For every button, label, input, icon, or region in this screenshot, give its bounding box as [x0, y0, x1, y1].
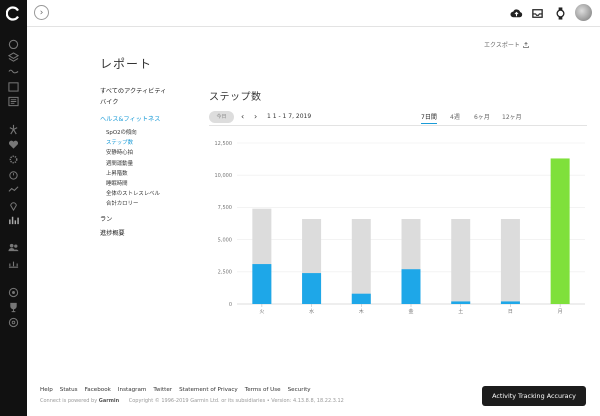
goals-icon[interactable] [7, 316, 20, 329]
health-heart-icon[interactable] [7, 138, 20, 151]
prev-range-icon[interactable]: ‹ [241, 112, 244, 121]
export-button[interactable]: エクスポート [484, 40, 529, 49]
left-rail [0, 0, 27, 416]
tab-6-months[interactable]: 6ヶ月 [474, 112, 490, 124]
footer-link-security[interactable]: Security [288, 387, 311, 393]
y-tick-label: 10,000 [215, 173, 233, 179]
y-tick-label: 2,500 [218, 270, 232, 276]
activity-tracking-accuracy-button[interactable]: Activity Tracking Accuracy [482, 386, 586, 406]
timer-icon[interactable] [7, 168, 20, 181]
nav-item-sleep[interactable]: 睡眠時間 [100, 179, 210, 189]
divider [209, 125, 587, 126]
nav-category-run[interactable]: ラン [100, 214, 210, 226]
garmin-logo-icon[interactable] [6, 6, 21, 21]
page-title: レポート [100, 57, 153, 71]
steps-bar [550, 158, 570, 304]
x-tick-label: 月 [558, 309, 563, 315]
nav-item-calories[interactable]: 合計カロリー [100, 199, 210, 209]
steps-bar [302, 273, 322, 304]
activity-icon[interactable] [7, 65, 20, 78]
tab-7-days[interactable]: 7日間 [421, 112, 437, 124]
nav-category-health-fitness[interactable]: ヘルス&フィットネス [100, 114, 210, 126]
powered-by-text: Connect is powered by [40, 398, 98, 404]
footer-link-status[interactable]: Status [60, 387, 78, 393]
nav-item-resting-hr[interactable]: 安静時心拍 [100, 148, 210, 158]
nav-item-floors[interactable]: 上昇階数 [100, 169, 210, 179]
copyright-text: Copyright © 1996-2019 Garmin Ltd. or its… [128, 398, 344, 404]
dashboard-icon[interactable] [7, 37, 20, 50]
goal-bar [351, 218, 371, 304]
powered-by-brand: Garmin [98, 398, 120, 404]
steps-chart: 0 2,500 5,000 7,500 10,000 12,500 火 水 木 金 土 日 月 [200, 130, 590, 325]
goal-bar [500, 218, 520, 304]
x-tick-label: 火 [259, 309, 264, 315]
goal-bar [451, 218, 471, 304]
app-window: › レポート エクスポート すべてのアクティビティ バイク ヘルス&フィットネス… [0, 0, 600, 416]
footer-link-help[interactable]: Help [40, 387, 53, 393]
calendar-icon[interactable] [7, 80, 20, 93]
nav-item-spo2[interactable]: SpO2の傾向 [100, 128, 210, 138]
expand-nav-button[interactable]: › [34, 5, 49, 20]
y-tick-label: 5,000 [218, 237, 232, 243]
export-label: エクスポート [484, 42, 520, 49]
nav-category-progress[interactable]: 進捗概要 [100, 228, 210, 240]
route-icon[interactable] [7, 183, 20, 196]
connections-icon[interactable] [7, 241, 20, 254]
steps-chart-svg: 0 2,500 5,000 7,500 10,000 12,500 火 水 木 金 土 日 月 [215, 141, 585, 315]
tab-12-months[interactable]: 12ヶ月 [502, 112, 522, 124]
groups-icon[interactable] [7, 257, 20, 270]
y-tick-label: 7,500 [218, 205, 232, 211]
upload-icon[interactable] [508, 5, 524, 21]
x-tick-label: 日 [508, 309, 513, 315]
nav-item-steps[interactable]: ステップ数 [100, 138, 210, 148]
footer-link-instagram[interactable]: Instagram [118, 387, 146, 393]
nav-category-bike[interactable]: バイク [100, 97, 210, 109]
date-range: 1 1 - 1 7, 2019 [267, 113, 312, 120]
footer-links: Help Status Facebook Instagram Twitter S… [40, 387, 311, 393]
next-range-icon[interactable]: › [254, 112, 257, 121]
y-tick-label: 12,500 [215, 141, 233, 147]
news-icon[interactable] [7, 95, 20, 108]
report-nav: すべてのアクティビティ バイク ヘルス&フィットネス SpO2の傾向 ステップ数… [100, 86, 210, 240]
footer-link-facebook[interactable]: Facebook [85, 387, 111, 393]
x-tick-label: 木 [359, 308, 364, 315]
top-bar: › [27, 0, 600, 27]
training-icon[interactable] [7, 123, 20, 136]
x-tick-label: 土 [458, 308, 463, 315]
nav-item-intensity-minutes[interactable]: 週間運動量 [100, 159, 210, 169]
avatar[interactable] [575, 4, 592, 21]
badges-icon[interactable] [7, 286, 20, 299]
steps-bar [252, 264, 272, 304]
nav-item-stress[interactable]: 全体のストレスレベル [100, 189, 210, 199]
export-icon [522, 41, 529, 48]
trophy-icon[interactable] [7, 301, 20, 314]
tab-4-weeks[interactable]: 4週 [450, 112, 460, 124]
x-tick-label: 金 [408, 308, 413, 315]
steps-bar [351, 293, 371, 304]
steps-bar [451, 301, 471, 304]
copyright: Connect is powered by Garmin Copyright ©… [40, 398, 344, 404]
x-tick-label: 水 [309, 308, 314, 315]
footer-link-privacy[interactable]: Statement of Privacy [179, 387, 238, 393]
watch-icon[interactable] [552, 5, 568, 21]
report-title: ステップ数 [209, 92, 262, 103]
reports-icon[interactable] [7, 213, 20, 226]
date-toolbar: 今日 ‹ › 1 1 - 1 7, 2019 7日間 4週 6ヶ月 12ヶ月 [209, 111, 587, 125]
location-pin-icon[interactable] [7, 199, 20, 212]
y-tick-label: 0 [229, 302, 232, 308]
steps-bar [401, 269, 421, 304]
steps-bar [500, 301, 520, 304]
gear-icon[interactable] [7, 153, 20, 166]
footer-link-twitter[interactable]: Twitter [153, 387, 172, 393]
inbox-icon[interactable] [529, 5, 545, 21]
today-button[interactable]: 今日 [209, 111, 234, 123]
footer-link-terms[interactable]: Terms of Use [245, 387, 281, 393]
layers-icon[interactable] [7, 51, 20, 64]
